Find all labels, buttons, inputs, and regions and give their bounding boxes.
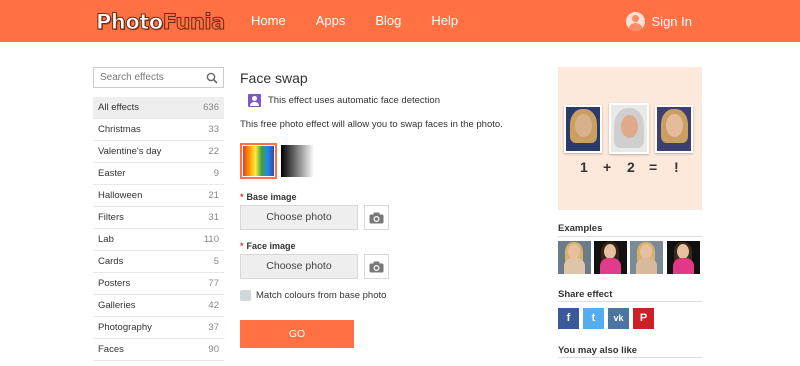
face-image-label: * Face image: [240, 241, 296, 251]
vk-share-button[interactable]: vk: [608, 308, 629, 329]
match-colours-checkbox[interactable]: [240, 290, 251, 301]
nav-blog[interactable]: Blog: [375, 0, 401, 42]
equation-symbol: =: [649, 159, 658, 175]
category-count: 90: [208, 344, 219, 355]
category-item[interactable]: Easter 9: [93, 163, 224, 185]
preview-photo-1: [564, 105, 602, 153]
share-heading: Share effect: [558, 289, 613, 300]
face-choose-photo-button[interactable]: Choose photo: [240, 254, 358, 279]
logo-text-photo: Photo: [96, 10, 164, 35]
pinterest-share-button[interactable]: P: [633, 308, 654, 329]
category-label: Filters: [98, 212, 124, 223]
sign-in-link[interactable]: Sign In: [625, 0, 692, 42]
twitter-share-button[interactable]: t: [583, 308, 604, 329]
base-camera-button[interactable]: [364, 205, 389, 230]
category-label: Posters: [98, 278, 131, 289]
category-label: Lab: [98, 234, 114, 245]
category-item[interactable]: Filters 31: [93, 207, 224, 229]
category-label: All effects: [98, 102, 140, 113]
effect-preview-image: 1 + 2 = !: [558, 67, 702, 210]
category-label: Easter: [98, 168, 126, 179]
category-label: Valentine's day: [98, 146, 162, 157]
divider: [558, 301, 702, 302]
category-item[interactable]: Galleries 42: [93, 295, 224, 317]
logo-text-funia: Funia: [162, 10, 226, 35]
category-label: Christmas: [98, 124, 141, 135]
preview-photo-3: [655, 105, 693, 153]
category-label: Galleries: [98, 300, 136, 311]
category-item[interactable]: Valentine's day 22: [93, 141, 224, 163]
example-thumbnail[interactable]: [594, 241, 627, 274]
search-input[interactable]: [100, 72, 200, 83]
nav-help[interactable]: Help: [431, 0, 458, 42]
user-icon: [625, 11, 645, 31]
face-detection-note: This effect uses automatic face detectio…: [248, 94, 440, 107]
category-count: 42: [208, 300, 219, 311]
nav-home[interactable]: Home: [251, 0, 286, 42]
page-title: Face swap: [240, 70, 308, 86]
base-image-label: * Base image: [240, 192, 297, 202]
equation-symbol: 2: [627, 159, 635, 175]
face-detection-text: This effect uses automatic face detectio…: [268, 95, 440, 106]
sign-in-label: Sign In: [651, 13, 692, 29]
example-thumbnail[interactable]: [667, 241, 700, 274]
category-label: Faces: [98, 344, 124, 355]
effect-description: This free photo effect will allow you to…: [240, 119, 503, 130]
category-item[interactable]: Lab 110: [93, 229, 224, 251]
example-thumbnail[interactable]: [558, 241, 591, 274]
equation-symbol: 1: [580, 159, 588, 175]
category-count: 31: [208, 212, 219, 223]
category-label: Halloween: [98, 190, 143, 201]
category-count: 21: [208, 190, 219, 201]
face-camera-button[interactable]: [364, 254, 389, 279]
category-label: Photography: [98, 322, 152, 333]
category-item[interactable]: All effects 636: [93, 97, 224, 119]
person-icon: [248, 94, 261, 107]
search-icon[interactable]: [206, 72, 218, 84]
category-item[interactable]: Halloween 21: [93, 185, 224, 207]
header: Photo Funia Home Apps Blog Help Sign In: [0, 0, 800, 42]
category-count: 9: [213, 168, 219, 179]
category-count: 636: [203, 102, 219, 113]
photofunia-logo[interactable]: Photo Funia: [96, 9, 226, 35]
match-colours-option[interactable]: Match colours from base photo: [240, 290, 386, 301]
category-count: 22: [208, 146, 219, 157]
category-count: 37: [208, 322, 219, 333]
base-choose-photo-button[interactable]: Choose photo: [240, 205, 358, 230]
category-item[interactable]: Posters 77: [93, 273, 224, 295]
camera-icon: [369, 261, 384, 272]
grayscale-option-swatch[interactable]: [281, 145, 314, 177]
facebook-share-button[interactable]: f: [558, 308, 579, 329]
category-item[interactable]: Photography 37: [93, 317, 224, 339]
category-count: 110: [203, 234, 219, 245]
examples-heading: Examples: [558, 223, 603, 234]
camera-icon: [369, 212, 384, 223]
example-thumbnail[interactable]: [630, 241, 663, 274]
main-nav: Home Apps Blog Help: [236, 0, 473, 42]
category-item[interactable]: Christmas 33: [93, 119, 224, 141]
preview-photo-2: [609, 103, 649, 154]
color-option-swatch[interactable]: [240, 143, 277, 179]
category-count: 77: [208, 278, 219, 289]
equation-symbol: !: [674, 159, 679, 175]
also-like-heading: You may also like: [558, 345, 638, 356]
category-list: All effects 636 Christmas 33 Valentine's d…: [93, 97, 224, 361]
divider: [558, 357, 702, 358]
category-count: 33: [208, 124, 219, 135]
match-colours-label: Match colours from base photo: [256, 290, 387, 301]
category-count: 5: [213, 256, 219, 267]
category-label: Cards: [98, 256, 124, 267]
divider: [558, 236, 702, 237]
search-box: [93, 67, 224, 88]
equation-symbol: +: [603, 159, 612, 175]
nav-apps[interactable]: Apps: [316, 0, 346, 42]
category-item[interactable]: Faces 90: [93, 339, 224, 361]
go-button[interactable]: GO: [240, 320, 354, 348]
category-item[interactable]: Cards 5: [93, 251, 224, 273]
